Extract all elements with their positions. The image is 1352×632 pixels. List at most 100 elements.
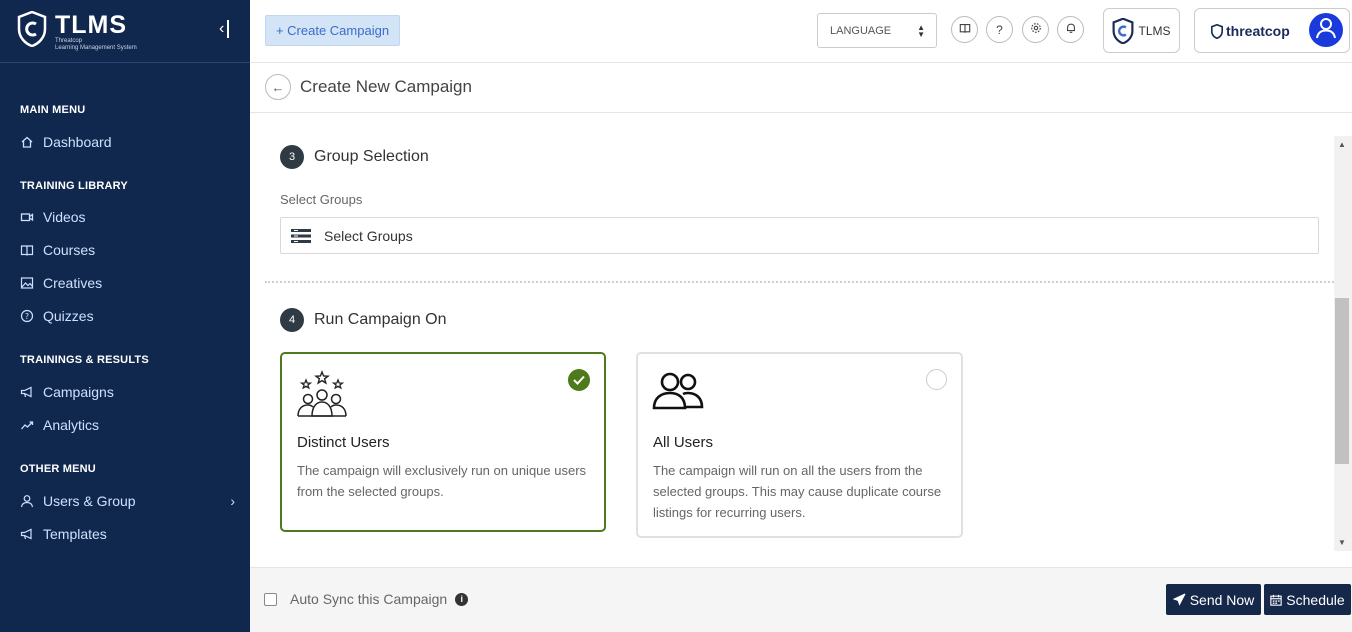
megaphone-icon <box>20 385 34 399</box>
option-description: The campaign will run on all the users f… <box>653 463 942 520</box>
section-divider <box>265 281 1334 283</box>
select-groups-label: Select Groups <box>280 192 363 207</box>
sidebar-item-label: Quizzes <box>43 308 94 324</box>
avatar[interactable] <box>1309 13 1343 47</box>
collapse-sidebar-button[interactable]: ‹ <box>219 20 230 38</box>
send-now-button[interactable]: Send Now <box>1166 584 1261 615</box>
step-number: 4 <box>280 308 304 332</box>
video-icon <box>20 210 34 224</box>
selected-check-icon <box>568 369 590 391</box>
step-number: 3 <box>280 145 304 169</box>
info-icon[interactable]: i <box>455 592 469 606</box>
step-title: Group Selection <box>314 148 429 165</box>
sidebar-item-courses[interactable]: Courses <box>20 242 235 258</box>
create-campaign-button[interactable]: + Create Campaign <box>265 15 400 46</box>
tlms-label: TLMS <box>1138 23 1171 38</box>
scrollbar-thumb[interactable] <box>1335 298 1349 464</box>
sidebar-item-campaigns[interactable]: Campaigns <box>20 384 235 400</box>
logo-title: TLMS <box>55 10 128 39</box>
list-icon <box>291 228 311 244</box>
question-circle-icon: ? <box>20 309 34 323</box>
language-select[interactable]: LANGUAGE ▲ ▼ <box>817 13 937 48</box>
schedule-button[interactable]: Schedule <box>1264 584 1351 615</box>
send-now-label: Send Now <box>1189 591 1255 608</box>
logo-subtitle: Threatcop <box>55 37 83 44</box>
app-logo[interactable]: TLMS Threatcop Learning Management Syste… <box>17 10 137 52</box>
language-select-value: LANGUAGE <box>830 24 892 37</box>
section-main-menu: MAIN MENU <box>20 104 86 116</box>
scroll-up-icon[interactable]: ▲ <box>1338 140 1346 149</box>
schedule-label: Schedule <box>1286 591 1345 608</box>
notifications-button[interactable] <box>1057 16 1084 43</box>
threatcop-logo: threatcop <box>1211 23 1290 39</box>
sidebar-item-label: Templates <box>43 526 107 542</box>
question-icon: ? <box>996 22 1003 37</box>
sidebar-item-videos[interactable]: Videos <box>20 209 235 225</box>
bell-icon <box>1065 22 1077 37</box>
svg-text:?: ? <box>25 312 29 321</box>
arrow-left-icon: ← <box>271 79 285 95</box>
auto-sync-option[interactable]: Auto Sync this Campaign i <box>264 591 469 607</box>
image-icon <box>20 276 34 290</box>
select-groups-dropdown[interactable]: Select Groups <box>280 217 1319 254</box>
settings-button[interactable] <box>1022 16 1049 43</box>
sidebar-item-analytics[interactable]: Analytics <box>20 417 235 433</box>
home-icon <box>20 135 34 149</box>
top-bar: + Create Campaign LANGUAGE ▲ ▼ ? TLMS thr… <box>250 0 1352 63</box>
sort-arrows-icon: ▲ ▼ <box>917 23 925 39</box>
option-title: All Users <box>653 434 714 451</box>
sidebar-item-label: Campaigns <box>43 384 114 400</box>
scroll-down-icon[interactable]: ▼ <box>1338 538 1346 547</box>
sidebar-item-label: Videos <box>43 209 86 225</box>
sidebar-item-label: Courses <box>43 242 96 258</box>
logo-subtitle-2: Learning Management System <box>55 44 137 51</box>
book-icon <box>959 22 971 37</box>
sidebar-item-label: Users & Group <box>43 493 136 509</box>
unselected-radio[interactable] <box>926 369 947 390</box>
page-header: ← Create New Campaign <box>250 63 1352 113</box>
book-icon <box>20 243 34 257</box>
sidebar-item-label: Creatives <box>43 275 103 291</box>
brand-label: threatcop <box>1226 23 1290 39</box>
section-other-menu: OTHER MENU <box>20 463 96 475</box>
sidebar-item-creatives[interactable]: Creatives <box>20 275 235 291</box>
user-icon <box>20 494 34 508</box>
option-card-all-users[interactable]: All Users The campaign will run on all t… <box>636 352 963 538</box>
section-trainings-results: TRAININGS & RESULTS <box>20 354 149 366</box>
calendar-icon <box>1270 594 1282 606</box>
guide-book-button[interactable] <box>951 16 978 43</box>
megaphone-icon <box>20 527 34 541</box>
sidebar-item-label: Dashboard <box>43 134 112 150</box>
chart-line-icon <box>20 418 34 432</box>
tlms-switch-button[interactable]: TLMS <box>1103 8 1180 53</box>
sidebar-item-label: Analytics <box>43 417 100 433</box>
users-group-icon <box>652 370 704 415</box>
sidebar: TLMS Threatcop Learning Management Syste… <box>0 0 250 632</box>
sidebar-item-users-group[interactable]: Users & Group › <box>20 493 235 509</box>
chevron-left-icon: ‹ <box>219 20 225 37</box>
shield-logo-icon <box>1211 23 1223 39</box>
option-card-distinct-users[interactable]: Distinct Users The campaign will exclusi… <box>280 352 606 532</box>
page-title: Create New Campaign <box>300 77 472 96</box>
back-button[interactable]: ← <box>265 74 291 100</box>
user-avatar-icon <box>1315 17 1337 44</box>
help-button[interactable]: ? <box>986 16 1013 43</box>
footer-bar: Auto Sync this Campaign i Send Now Sched… <box>250 567 1352 632</box>
chevron-right-icon: › <box>230 493 235 509</box>
sidebar-item-dashboard[interactable]: Dashboard <box>20 134 235 150</box>
section-training-library: TRAINING LIBRARY <box>20 180 128 192</box>
shield-logo-icon <box>17 10 47 52</box>
sidebar-item-templates[interactable]: Templates <box>20 526 235 542</box>
shield-logo-icon <box>1112 17 1134 44</box>
brand-account-box[interactable]: threatcop <box>1194 8 1350 53</box>
step-title: Run Campaign On <box>314 311 447 328</box>
sidebar-header: TLMS Threatcop Learning Management Syste… <box>0 0 250 63</box>
option-description: The campaign will exclusively run on uni… <box>297 463 587 499</box>
gear-icon <box>1030 22 1042 37</box>
sidebar-item-quizzes[interactable]: ? Quizzes <box>20 308 235 324</box>
auto-sync-label: Auto Sync this Campaign <box>290 591 448 607</box>
auto-sync-checkbox[interactable] <box>264 592 277 606</box>
content-scrollbar[interactable]: ▲ ▼ <box>1334 136 1352 551</box>
select-groups-placeholder: Select Groups <box>324 227 413 244</box>
step-run-campaign-on: 4 Run Campaign On <box>280 308 447 332</box>
